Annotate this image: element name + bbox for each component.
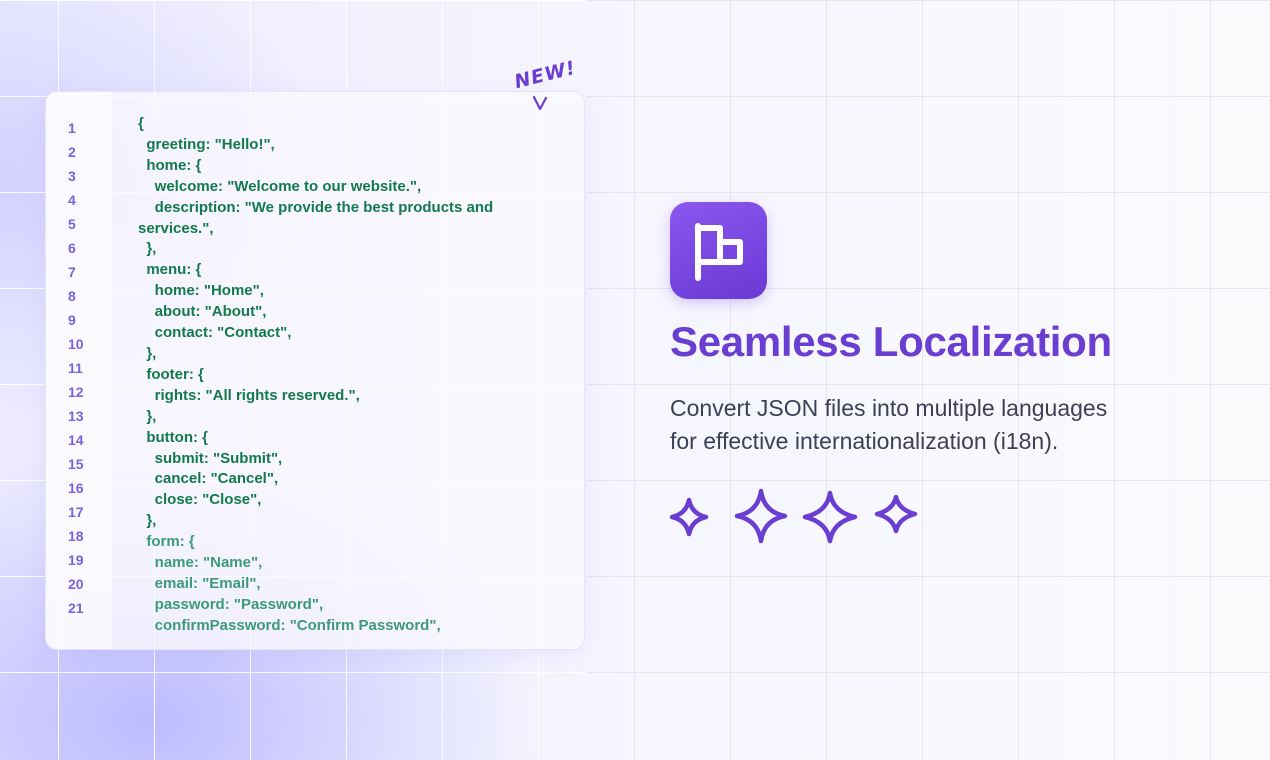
line-number: 7: [68, 264, 76, 280]
code-line: greeting: "Hello!",: [138, 135, 275, 153]
code-line: password: "Password",: [138, 595, 324, 613]
line-number: 12: [68, 384, 84, 400]
background-grid-right: [586, 0, 1270, 760]
line-number: 8: [68, 288, 76, 304]
code-line: welcome: "Welcome to our website.",: [138, 177, 422, 195]
line-number: 16: [68, 480, 84, 496]
code-line: cancel: "Cancel",: [138, 470, 279, 488]
code-line: description: "We provide the best produc…: [138, 198, 494, 216]
line-number: 11: [68, 360, 83, 376]
code-line: about: "About",: [138, 303, 267, 321]
line-number: 3: [68, 168, 76, 184]
code-editor-card: 1 2 3 4 5 6 7 8 9 10 11 12 13 14 15 16 1…: [45, 91, 585, 650]
line-number: 15: [68, 456, 84, 472]
code-line: form: {: [138, 533, 195, 551]
code-line: },: [138, 240, 157, 258]
code-line: contact: "Contact",: [138, 324, 292, 342]
line-number: 6: [68, 240, 76, 256]
line-number: 4: [68, 192, 76, 208]
code-line: rights: "All rights reserved.",: [138, 386, 360, 404]
code-line: close: "Close",: [138, 491, 262, 509]
code-line: },: [138, 512, 157, 530]
code-line: button: {: [138, 428, 208, 446]
line-number: 5: [68, 216, 76, 232]
line-number: 10: [68, 336, 84, 352]
code-line: email: "Email",: [138, 574, 261, 592]
code-line: footer: {: [138, 365, 204, 383]
code-line: menu: {: [138, 261, 202, 279]
sparkle-icon: [802, 490, 858, 544]
code-line: submit: "Submit",: [138, 449, 283, 467]
line-number: 2: [68, 144, 76, 160]
sparkle-icon: [669, 497, 709, 537]
page-title: Seamless Localization: [670, 318, 1112, 365]
line-number: 18: [68, 528, 84, 544]
line-number: 17: [68, 504, 84, 520]
sparkle-row: [668, 488, 928, 548]
arrow-down-icon: [532, 95, 548, 111]
app-icon: [670, 202, 767, 299]
code-line: confirmPassword: "Confirm Password",: [138, 616, 441, 634]
code-line: },: [138, 344, 157, 362]
code-line: home: {: [138, 156, 202, 174]
json-code-block: { greeting: "Hello!", home: { welcome: "…: [138, 114, 528, 637]
line-numbers: 1 2 3 4 5 6 7 8 9 10 11 12 13 14 15 16 1…: [68, 118, 96, 622]
code-line: },: [138, 407, 157, 425]
flag-icon: [695, 223, 743, 281]
line-number: 1: [68, 120, 76, 136]
line-number: 19: [68, 552, 84, 568]
line-number: 9: [68, 312, 76, 328]
code-line: home: "Home",: [138, 282, 264, 300]
line-number: 14: [68, 432, 84, 448]
sparkle-icon: [874, 494, 918, 534]
line-number: 21: [68, 600, 84, 616]
code-line: name: "Name",: [138, 554, 263, 572]
code-line: {: [138, 115, 144, 132]
code-line: services.",: [138, 219, 214, 237]
feature-description: Convert JSON files into multiple languag…: [670, 395, 1108, 454]
line-number: 20: [68, 576, 84, 592]
new-badge: NEW!: [512, 57, 578, 114]
line-number: 13: [68, 408, 84, 424]
sparkle-icon: [734, 488, 788, 544]
line-number-gutter: 1 2 3 4 5 6 7 8 9 10 11 12 13 14 15 16 1…: [46, 92, 112, 649]
